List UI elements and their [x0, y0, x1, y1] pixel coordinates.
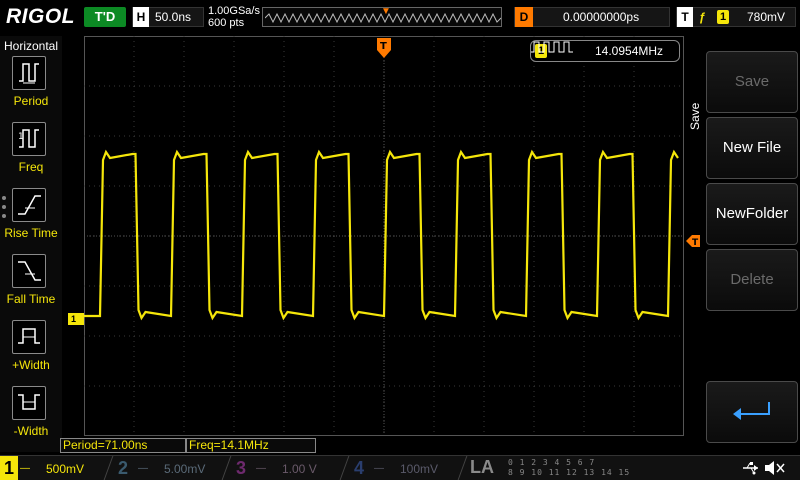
sample-rate: 1.00GSa/s [208, 5, 260, 17]
trigger-source: 1 [717, 10, 729, 24]
dc-coupling-icon: — [138, 463, 148, 474]
channel-scale: 100mV [400, 462, 439, 476]
result-freq[interactable]: Freq=14.1MHz [186, 438, 316, 453]
measure-label: +Width [12, 358, 50, 372]
logic-channels-row2: 8 9 10 11 12 13 14 15 [508, 468, 631, 477]
menu-title: Save [688, 102, 702, 130]
trigger-box[interactable]: T ƒ 1 780mV [676, 7, 796, 27]
memory-overview: ▼ [262, 6, 502, 27]
measure-label: -Width [13, 424, 49, 438]
measurement-panel: Horizontal Period 1 Freq Rise Time Fall … [0, 36, 62, 452]
delay-letter: D [515, 7, 533, 27]
new-folder-button[interactable]: NewFolder [706, 183, 798, 245]
memory-depth: 600 pts [208, 17, 245, 29]
timebase-value: 50.0ns [155, 10, 192, 24]
dc-coupling-icon: — [374, 463, 384, 474]
channel-scale: 5.00mV [164, 462, 206, 476]
logic-channels-row1: 0 1 2 3 4 5 6 7 [508, 458, 596, 467]
measure-label: Fall Time [6, 292, 56, 306]
channel-scale: 500mV [46, 462, 85, 476]
waveform-display[interactable]: 1 14.0954MHz [84, 36, 684, 436]
channel-number: 2 [118, 458, 129, 478]
return-button[interactable] [706, 381, 798, 443]
measure-freq[interactable]: 1 Freq [0, 122, 62, 186]
trigger-level: 780mV [747, 10, 786, 24]
channel-bar: 1 — 500mV 2 — 5.00mV 3 — 1.00 V 4 — 100m… [0, 455, 800, 480]
channel-number: 4 [354, 458, 365, 478]
logic-channel-grid: 0 1 2 3 4 5 6 7 8 9 10 11 12 13 14 15 [508, 458, 630, 478]
rise-time-icon [12, 188, 46, 222]
svg-text:T: T [380, 41, 387, 52]
dc-coupling-icon: — [20, 463, 30, 474]
frequency-counter-badge: 1 14.0954MHz [530, 40, 680, 62]
measure-fall-time[interactable]: Fall Time [0, 254, 62, 318]
measure-label: Freq [18, 160, 44, 174]
status-bar: RIGOL T'D H 50.0ns 1.00GSa/s 600 pts ▼ D… [0, 0, 800, 34]
fall-time-icon [12, 254, 46, 288]
result-period[interactable]: Period=71.00ns [60, 438, 186, 453]
brand-logo: RIGOL [6, 5, 75, 28]
counter-value: 14.0954MHz [595, 44, 664, 58]
channel-number: 3 [236, 458, 247, 478]
measure-positive-width[interactable]: +Width [0, 320, 62, 384]
measure-negative-width[interactable]: -Width [0, 386, 62, 450]
channel1-tab[interactable]: 1 — 500mV [0, 456, 110, 480]
channel3-tab[interactable]: 3 — 1.00 V [236, 458, 346, 480]
sound-muted-icon[interactable] [764, 460, 786, 476]
channel-number: 1 [0, 456, 19, 480]
logic-analyzer-tab[interactable]: LA [470, 457, 494, 478]
square-wave-icon [531, 41, 573, 53]
trigger-position-icon: ▼ [381, 6, 391, 17]
measure-label: Period [13, 94, 49, 108]
trigger-status-badge: T'D [84, 7, 126, 27]
delay-box[interactable]: D 0.00000000ps [514, 7, 670, 27]
measure-period[interactable]: Period [0, 56, 62, 120]
usb-icon [743, 462, 758, 475]
save-button[interactable]: Save [706, 51, 798, 113]
measure-rise-time[interactable]: Rise Time [0, 188, 62, 252]
measurement-category: Horizontal [3, 39, 59, 53]
new-file-button[interactable]: New File [706, 117, 798, 179]
horizontal-letter: H [133, 7, 149, 27]
acquisition-info: 1.00GSa/s 600 pts [208, 5, 260, 29]
softkey-menu: Save Save New File NewFolder Delete [686, 36, 800, 443]
positive-width-icon [12, 320, 46, 354]
measure-label: Rise Time [4, 226, 58, 240]
frequency-icon: 1 [12, 122, 46, 156]
period-icon [12, 56, 46, 90]
channel2-tab[interactable]: 2 — 5.00mV [118, 458, 228, 480]
negative-width-icon [12, 386, 46, 420]
return-arrow-icon [733, 402, 770, 420]
trigger-letter: T [677, 7, 693, 27]
svg-text:1: 1 [18, 132, 24, 142]
delay-value: 0.00000000ps [563, 10, 640, 24]
dc-coupling-icon: — [256, 463, 266, 474]
delete-button[interactable]: Delete [706, 249, 798, 311]
trigger-position-marker-icon[interactable]: T [377, 38, 391, 58]
rising-edge-icon: ƒ [699, 10, 706, 24]
channel1-offset-marker[interactable]: 1 [68, 313, 84, 325]
channel-scale: 1.00 V [282, 462, 317, 476]
channel4-tab[interactable]: 4 — 100mV [354, 458, 464, 480]
graticule [84, 36, 684, 436]
timebase-box[interactable]: H 50.0ns [132, 7, 204, 27]
channel1-waveform [84, 149, 679, 321]
